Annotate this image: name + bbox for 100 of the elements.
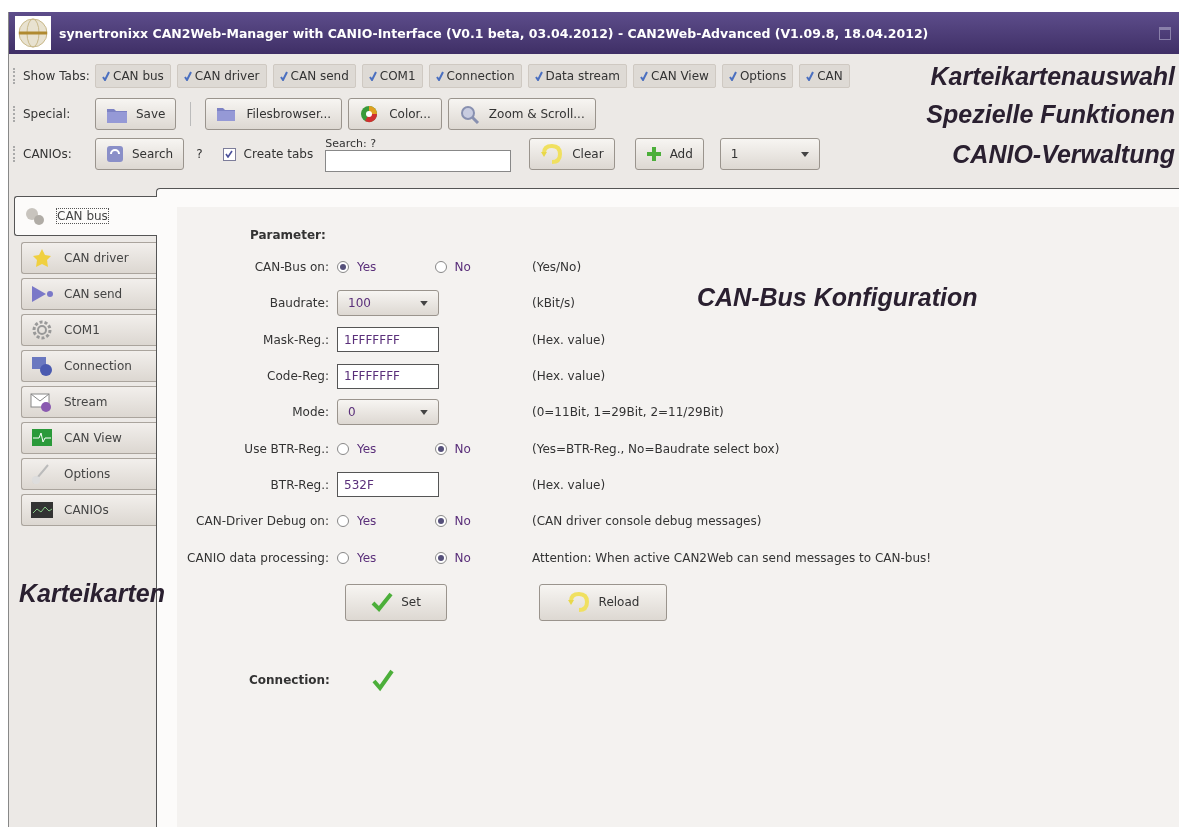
radio-button[interactable] [337, 442, 349, 455]
envelope-icon [30, 391, 54, 413]
check-icon [102, 71, 110, 81]
toolbar-button[interactable]: Save [95, 98, 177, 130]
sidebar-tab[interactable]: CAN send [21, 278, 156, 310]
tab-toggle[interactable]: COM1 [361, 64, 423, 88]
sidebar-tab[interactable]: Connection [21, 350, 156, 382]
check-icon [279, 71, 288, 81]
annotation: Karteikartenauswahl [930, 61, 1175, 91]
set-button[interactable]: Set [345, 583, 447, 621]
play-arrow-icon [30, 283, 54, 305]
tab-toggle[interactable]: Connection [428, 64, 522, 88]
caret-icon [420, 409, 428, 415]
radio-button[interactable] [434, 515, 447, 528]
field-label: BTR-Reg.: [269, 477, 330, 492]
check-icon [806, 71, 815, 81]
check-icon [640, 71, 649, 81]
hint-text: (CAN driver console debug messages) [532, 514, 762, 529]
text-field[interactable]: 532F [337, 472, 439, 498]
radio-button[interactable] [434, 551, 447, 564]
radio-button[interactable] [434, 261, 447, 274]
checkmark-icon [371, 592, 394, 613]
sidebar-tab[interactable]: COM1 [21, 314, 156, 346]
check-icon [368, 71, 377, 81]
caret-icon [800, 151, 809, 157]
status-text: ? [196, 147, 203, 161]
hint-text: (0=11Bit, 1=29Bit, 2=11/29Bit) [532, 405, 724, 420]
option-label: No [454, 441, 471, 456]
hint-text: (kBit/s) [532, 296, 575, 311]
text-field[interactable]: 1FFFFFFF [337, 327, 439, 353]
option-label: Yes [357, 550, 377, 565]
count-dropdown[interactable]: 1 [719, 138, 820, 170]
maximize-button[interactable] [1159, 26, 1171, 40]
tab-toggle[interactable]: Options [721, 64, 794, 88]
text-field[interactable]: 1FFFFFFF [337, 363, 439, 389]
check-icon [534, 71, 543, 81]
field-label: CAN-Bus on: [253, 260, 330, 275]
toolbar-label: Special: [23, 107, 72, 121]
field-label: Mask-Reg.: [262, 332, 330, 347]
oscilloscope-icon [30, 499, 54, 521]
window-title: synertronixx CAN2Web-Manager with CANIO-Interface (V0.1 beta, 03.04.2012) - CAN2Web-Advanced (V1.09.8, 18.04.2012) [59, 25, 930, 41]
tab-toggle[interactable]: CAN bus [95, 64, 171, 88]
annotation: CANIO-Verwaltung [952, 139, 1175, 169]
sidebar-tab[interactable]: Options [21, 458, 156, 490]
curved-arrow-icon [566, 591, 591, 614]
option-label: Yes [357, 441, 377, 456]
toolbar-button[interactable]: Color... [348, 98, 442, 130]
section-heading: Parameter: [250, 227, 327, 244]
tab-toggle[interactable]: Data stream [527, 64, 628, 88]
field-label: CANIO data processing: [186, 550, 330, 565]
toolbar-button[interactable]: Zoom & Scroll... [447, 98, 596, 130]
create-tabs-checkbox[interactable]: Create tabs [222, 147, 314, 161]
annotation: CAN-Bus Konfiguration [697, 283, 978, 312]
option-label: No [454, 514, 471, 529]
check-icon [183, 71, 192, 81]
search-field[interactable] [325, 149, 512, 172]
hint-text: (Hex. value) [532, 477, 606, 492]
refresh-icon [106, 145, 124, 163]
globe-logo-icon [15, 16, 51, 50]
field-label: Search: ? [325, 136, 378, 150]
tab-toggle[interactable]: CAN send [272, 64, 356, 88]
plus-icon [645, 146, 662, 162]
tab-toggle[interactable]: CAN driver [176, 64, 267, 88]
sidebar-tab[interactable]: CAN bus [14, 196, 157, 236]
settings-icon [30, 319, 54, 341]
radio-button[interactable] [337, 551, 349, 564]
dropdown[interactable]: 100 [337, 290, 439, 317]
hint-text: Attention: When active CAN2Web can send messages to CAN-bus! [532, 550, 932, 565]
field-label: Code-Reg: [266, 369, 330, 384]
sidebar-tab[interactable]: Stream [21, 386, 156, 418]
sidebar-tab[interactable]: CANIOs [21, 494, 156, 526]
option-label: Yes [357, 260, 377, 275]
clear-button[interactable]: Clear [529, 138, 615, 170]
tab-toggle[interactable]: CAN [799, 64, 850, 88]
radio-button[interactable] [337, 261, 349, 274]
field-label: Mode: [291, 405, 330, 420]
option-label: No [454, 550, 471, 565]
field-label: Use BTR-Reg.: [243, 441, 330, 456]
field-label: Baudrate: [268, 296, 330, 311]
toolbar-label: CANIOs: [23, 147, 73, 161]
toolbar-button[interactable]: Filesbrowser... [205, 98, 343, 130]
check-icon [728, 71, 737, 81]
check-icon [435, 71, 444, 81]
radio-button[interactable] [434, 442, 447, 455]
check-icon [225, 150, 234, 158]
caret-icon [420, 300, 428, 306]
annotation: Spezielle Funktionen [926, 99, 1175, 129]
reload-button[interactable]: Reload [539, 583, 667, 621]
option-label: Yes [357, 514, 377, 529]
network-icon [30, 355, 54, 377]
sidebar-tab[interactable]: CAN driver [21, 242, 156, 274]
hint-text: (Yes=BTR-Reg., No=Baudrate select box) [532, 441, 780, 456]
sidebar-tab[interactable]: CAN View [21, 422, 156, 454]
search-button[interactable]: Search [95, 138, 185, 170]
radio-button[interactable] [337, 515, 349, 528]
tab-toggle[interactable]: CAN View [633, 64, 716, 88]
add-button[interactable]: Add [634, 138, 704, 170]
status-label: Connection: [249, 672, 330, 687]
dropdown[interactable]: 0 [337, 399, 439, 426]
field-label: CAN-Driver Debug on: [195, 514, 330, 529]
